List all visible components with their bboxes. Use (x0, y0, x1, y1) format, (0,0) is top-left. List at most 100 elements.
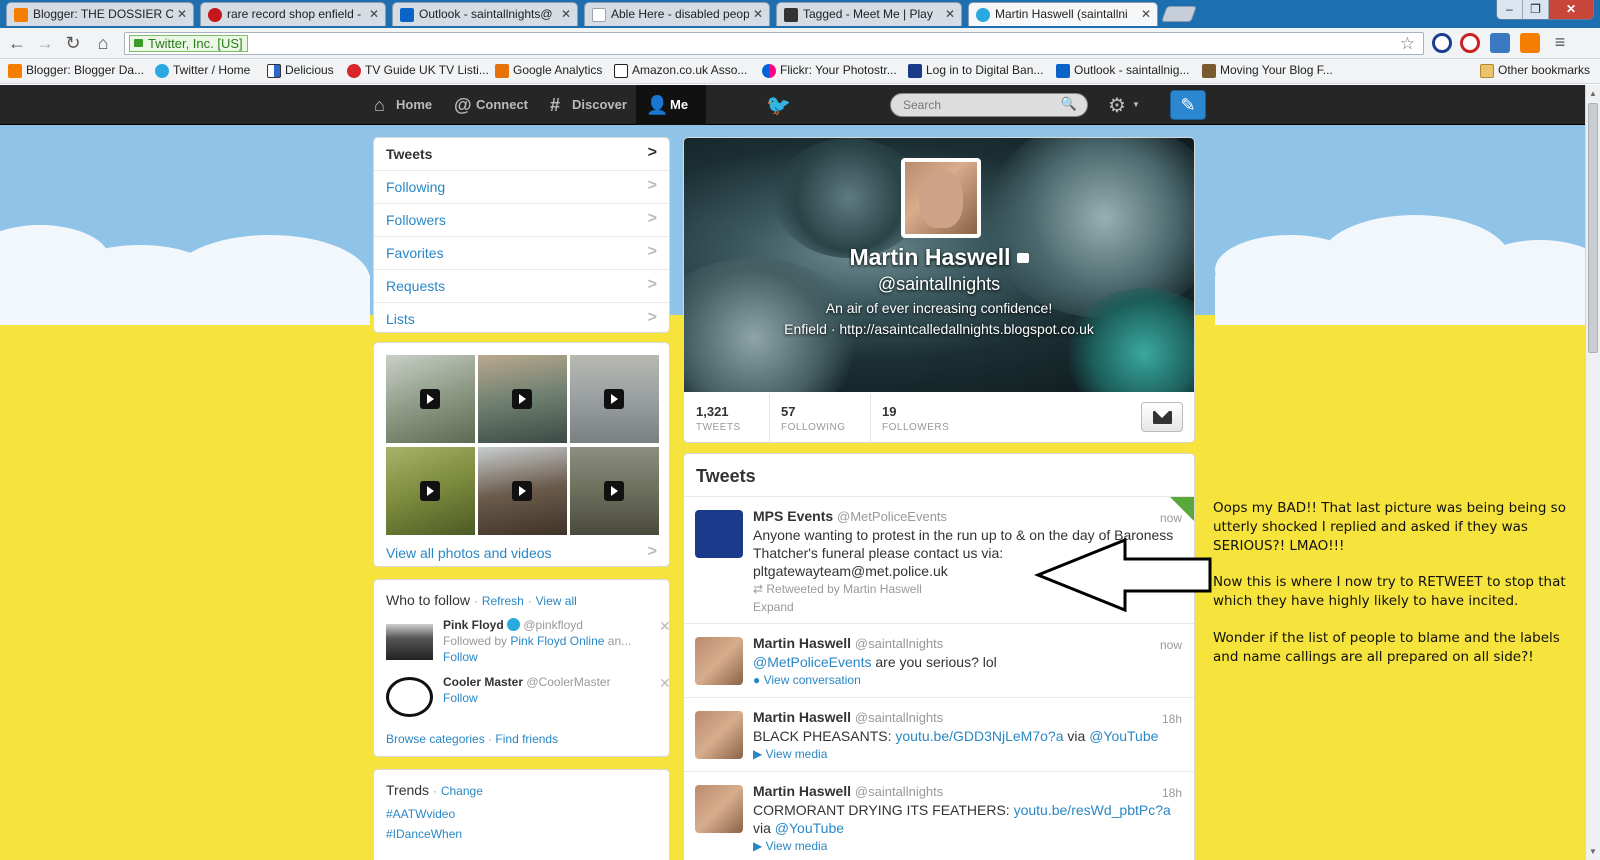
author-avatar[interactable] (695, 785, 743, 833)
author-avatar[interactable] (695, 711, 743, 759)
trend-item[interactable]: #AATWvideo (386, 807, 455, 821)
blocker-extension-icon[interactable] (1432, 33, 1452, 53)
nav-connect[interactable]: @ Connect (450, 85, 528, 125)
menu-wrench-icon[interactable]: ≡ (1550, 33, 1570, 53)
page-scrollbar[interactable]: ▲ ▼ (1585, 85, 1600, 860)
browser-tab-able-here[interactable]: Able Here - disabled peop ✕ (584, 2, 770, 26)
bookmark-item[interactable]: TV Guide UK TV Listi... (345, 63, 489, 78)
find-friends-link[interactable]: Find friends (495, 732, 558, 746)
photo-thumbnail[interactable] (386, 447, 475, 535)
profile-nav-favorites[interactable]: Favorites > (374, 237, 669, 270)
chevron-down-icon[interactable]: ▼ (1132, 100, 1140, 109)
browse-categories-link[interactable]: Browse categories (386, 732, 485, 746)
close-tab-icon[interactable]: ✕ (753, 7, 763, 21)
tweet-item[interactable]: Martin Haswell @saintallnights now @MetP… (684, 624, 1194, 698)
photo-thumbnail[interactable] (386, 355, 475, 443)
nav-discover[interactable]: # Discover (546, 85, 627, 125)
close-tab-icon[interactable]: ✕ (177, 7, 187, 21)
follow-button[interactable]: Follow (443, 650, 631, 664)
photo-thumbnail[interactable] (570, 447, 659, 535)
tweet-author[interactable]: Martin Haswell (753, 709, 851, 725)
view-conversation-link[interactable]: View conversation (764, 673, 861, 687)
home-icon[interactable]: ⌂ (92, 32, 114, 54)
cooler-master-avatar[interactable] (386, 677, 433, 717)
bookmark-item[interactable]: Twitter / Home (153, 63, 250, 78)
bookmark-star-icon[interactable]: ☆ (1400, 34, 1415, 54)
scroll-down-icon[interactable]: ▼ (1589, 847, 1597, 856)
new-tab-button[interactable] (1161, 6, 1197, 22)
photo-thumbnail[interactable] (570, 355, 659, 443)
profile-url[interactable]: http://asaintcalledallnights.blogspot.co… (839, 321, 1094, 337)
reload-icon[interactable]: ↻ (62, 32, 84, 54)
profile-nav-following[interactable]: Following > (374, 171, 669, 204)
browser-tab-tagged[interactable]: Tagged - Meet Me | Play ✕ (776, 2, 962, 26)
tweet-mention[interactable]: @YouTube (775, 820, 844, 836)
gear-icon[interactable]: ⚙ (1108, 93, 1126, 118)
bookmark-item[interactable]: Delicious (265, 63, 334, 78)
follow-button[interactable]: Follow (443, 691, 611, 705)
close-tab-icon[interactable]: ✕ (561, 7, 571, 21)
bookmark-item[interactable]: Outlook - saintallnig... (1054, 63, 1189, 78)
minimize-button[interactable]: – (1497, 0, 1523, 19)
address-bar[interactable]: Twitter, Inc. [US] ☆ (124, 32, 1424, 55)
back-arrow-icon[interactable]: ← (6, 32, 28, 54)
close-window-button[interactable]: ✕ (1549, 0, 1593, 19)
compose-tweet-button[interactable]: ✎ (1170, 90, 1206, 120)
bookmark-item[interactable]: Blogger: Blogger Da... (6, 63, 144, 78)
chart-extension-icon[interactable] (1490, 33, 1510, 53)
met-police-avatar[interactable] (695, 510, 743, 558)
tweet-mention[interactable]: @MetPoliceEvents (753, 654, 871, 670)
dismiss-icon[interactable]: ✕ (659, 618, 671, 635)
ev-certificate-badge[interactable]: Twitter, Inc. [US] (129, 35, 248, 52)
adblock-extension-icon[interactable] (1460, 33, 1480, 53)
tweet-time[interactable]: now (1160, 636, 1182, 654)
bookmark-item[interactable]: Moving Your Blog F... (1200, 63, 1333, 78)
bookmark-item[interactable]: Google Analytics (493, 63, 602, 78)
view-media-link[interactable]: View media (766, 747, 828, 761)
dismiss-icon[interactable]: ✕ (659, 675, 671, 692)
search-input[interactable]: Search 🔍 (890, 93, 1088, 117)
blogger-extension-icon[interactable] (1520, 33, 1540, 53)
trend-item[interactable]: #IDanceWhen (386, 827, 462, 841)
view-all-photos-link[interactable]: View all photos and videos (386, 545, 552, 561)
tweet-time[interactable]: 18h (1162, 710, 1182, 728)
browser-tab-twitter[interactable]: Martin Haswell (saintallni ✕ (968, 2, 1158, 26)
bookmark-item[interactable]: Amazon.co.uk Asso... (612, 63, 747, 78)
profile-nav-tweets[interactable]: Tweets > (374, 138, 669, 171)
tweet-link[interactable]: youtu.be/GDD3NjLeM7o?a (895, 728, 1063, 744)
view-media-link[interactable]: View media (766, 839, 828, 853)
restore-button[interactable]: ❐ (1523, 0, 1549, 19)
pink-floyd-avatar[interactable] (386, 624, 433, 660)
bookmark-item[interactable]: Log in to Digital Ban... (906, 63, 1043, 78)
followed-by-link[interactable]: Pink Floyd Online (510, 634, 604, 648)
close-tab-icon[interactable]: ✕ (945, 7, 955, 21)
browser-tab-blogger[interactable]: Blogger: THE DOSSIER OF ✕ (6, 2, 194, 26)
profile-nav-requests[interactable]: Requests > (374, 270, 669, 303)
tweet-mention[interactable]: @YouTube (1089, 728, 1158, 744)
tweet-item[interactable]: Martin Haswell @saintallnights 18h BLACK… (684, 698, 1194, 772)
stat-followers[interactable]: 19 FOLLOWERS (882, 404, 949, 433)
profile-nav-followers[interactable]: Followers > (374, 204, 669, 237)
tweet-time[interactable]: now (1160, 509, 1182, 527)
suggestion-name[interactable]: Pink Floyd (443, 618, 504, 632)
tweet-author[interactable]: Martin Haswell (753, 635, 851, 651)
browser-tab-record-shop[interactable]: rare record shop enfield - ✕ (200, 2, 386, 26)
close-tab-icon[interactable]: ✕ (369, 7, 379, 21)
wtf-refresh-link[interactable]: Refresh (482, 594, 524, 608)
wtf-view-all-link[interactable]: View all (536, 594, 577, 608)
nav-me[interactable]: 👤 Me (636, 85, 706, 125)
nav-home[interactable]: ⌂ Home (370, 85, 432, 125)
profile-avatar[interactable] (901, 158, 981, 238)
photo-thumbnail[interactable] (478, 355, 567, 443)
scrollbar-thumb[interactable] (1588, 103, 1598, 353)
search-icon[interactable]: 🔍 (1061, 96, 1077, 112)
direct-message-button[interactable] (1141, 402, 1183, 432)
stat-tweets[interactable]: 1,321 TWEETS (696, 404, 741, 433)
tweet-link[interactable]: youtu.be/resWd_pbtPc?a (1014, 802, 1171, 818)
scroll-up-icon[interactable]: ▲ (1589, 89, 1597, 98)
tweet-item[interactable]: Martin Haswell @saintallnights 18h CORMO… (684, 772, 1194, 860)
photo-thumbnail[interactable] (478, 447, 567, 535)
tweet-time[interactable]: 18h (1162, 784, 1182, 802)
other-bookmarks[interactable]: Other bookmarks (1478, 63, 1590, 78)
profile-nav-lists[interactable]: Lists > (374, 303, 669, 336)
